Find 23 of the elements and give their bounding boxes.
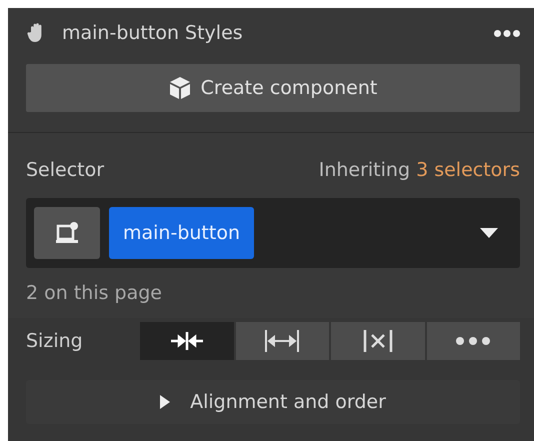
sizing-option[interactable] bbox=[426, 322, 520, 360]
inheriting-text: Inheriting 3 selectors bbox=[318, 159, 520, 181]
dropdown-caret-icon[interactable] bbox=[480, 228, 498, 238]
alignment-section-toggle[interactable]: Alignment and order bbox=[26, 380, 520, 424]
inherit-link[interactable]: 3 selectors bbox=[416, 159, 520, 181]
shrink-icon bbox=[168, 331, 205, 351]
sizing-label: Sizing bbox=[26, 330, 83, 352]
create-component-button[interactable]: Create component bbox=[26, 64, 520, 112]
stretch-icon bbox=[264, 329, 300, 353]
more-icon bbox=[456, 337, 490, 345]
sizing-option[interactable] bbox=[140, 322, 234, 360]
sizing-option[interactable] bbox=[236, 322, 329, 360]
more-icon[interactable] bbox=[494, 30, 520, 36]
usage-count: 2 on this page bbox=[26, 282, 163, 304]
selector-field[interactable]: main-button bbox=[26, 198, 520, 268]
cube-icon bbox=[168, 76, 191, 100]
sizing-option[interactable] bbox=[331, 322, 424, 360]
element-state-button[interactable] bbox=[34, 207, 100, 259]
cross-icon bbox=[362, 329, 393, 353]
panel-title: main-button Styles bbox=[62, 22, 244, 44]
element-icon bbox=[54, 221, 80, 245]
selector-tag[interactable]: main-button bbox=[109, 207, 254, 259]
selector-label: Selector bbox=[26, 159, 104, 181]
